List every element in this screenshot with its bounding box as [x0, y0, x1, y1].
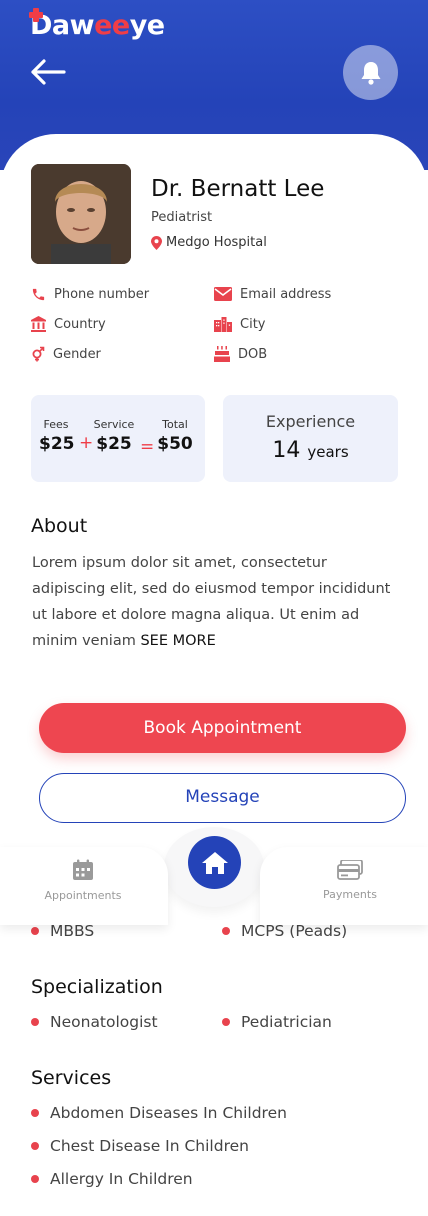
bullet-dot: [31, 927, 39, 935]
gender-info: Gender: [31, 344, 101, 364]
email-info[interactable]: Email address: [214, 284, 331, 304]
notification-button[interactable]: [343, 45, 398, 100]
bullet-dot: [31, 1175, 39, 1183]
country-label: Country: [54, 316, 106, 332]
city-buildings-icon: [214, 316, 232, 332]
service-column: Service $25: [89, 418, 139, 454]
phone-icon: [32, 288, 45, 300]
bottom-navigation: Appointments Payments: [0, 827, 428, 925]
specialization-item: Pediatrician: [222, 1013, 332, 1031]
specialization-label: Neonatologist: [50, 1013, 158, 1031]
bell-icon: [361, 61, 380, 85]
email-label: Email address: [240, 286, 332, 302]
service-label: Chest Disease In Children: [50, 1137, 249, 1155]
medical-cross-icon: [29, 8, 43, 22]
service-label: Abdomen Diseases In Children: [50, 1104, 287, 1122]
doctor-name: Dr. Bernatt Lee: [151, 176, 325, 202]
experience-value: 14 years: [223, 438, 398, 463]
service-item: Chest Disease In Children: [31, 1137, 249, 1155]
about-text: Lorem ipsum dolor sit amet, consectetur …: [32, 550, 402, 654]
experience-years: 14: [272, 438, 301, 463]
service-label: Allergy In Children: [50, 1170, 193, 1188]
experience-unit: years: [307, 443, 349, 461]
service-value: $25: [96, 434, 132, 454]
phone-label: Phone number: [54, 286, 150, 302]
about-heading: About: [31, 515, 88, 537]
location-pin-icon: [151, 235, 162, 250]
nav-left-panel: Appointments: [0, 847, 168, 925]
city-label: City: [240, 316, 266, 332]
service-label: Service: [93, 418, 135, 431]
nav-right-panel: Payments: [260, 847, 428, 925]
payment-card-icon: [337, 859, 363, 880]
book-appointment-button[interactable]: Book Appointment: [39, 703, 406, 753]
doctor-hospital: Medgo Hospital: [151, 235, 267, 250]
doctor-specialty: Pediatrist: [151, 210, 213, 225]
specialization-item: Neonatologist: [31, 1013, 158, 1031]
specialization-label: Pediatrician: [241, 1013, 332, 1031]
bullet-dot: [31, 1018, 39, 1026]
birthday-cake-icon: [214, 346, 230, 362]
service-item: Allergy In Children: [31, 1170, 193, 1188]
back-button[interactable]: [28, 56, 68, 88]
bullet-dot: [222, 927, 230, 935]
doctor-photo: [31, 164, 131, 264]
see-more-link[interactable]: SEE MORE: [140, 633, 215, 649]
dob-info: DOB: [214, 344, 267, 364]
phone-info[interactable]: Phone number: [31, 284, 149, 304]
dob-label: DOB: [238, 346, 268, 362]
fees-label: Fees: [43, 418, 69, 431]
hospital-name: Medgo Hospital: [166, 235, 267, 250]
nav-payments-label: Payments: [323, 888, 377, 901]
calendar-icon: [73, 859, 93, 880]
app-logo: Daweeye: [29, 8, 165, 41]
total-value: $50: [157, 434, 193, 454]
arrow-left-icon: [31, 59, 66, 85]
home-button[interactable]: [188, 836, 241, 889]
gender-label: Gender: [53, 346, 101, 362]
experience-title: Experience: [265, 412, 356, 431]
experience-card: Experience 14 years: [223, 395, 398, 482]
specialization-heading: Specialization: [31, 976, 163, 998]
home-icon: [201, 851, 228, 874]
gender-icon: [32, 346, 45, 362]
country-info: Country: [31, 314, 106, 334]
building-columns-icon: [31, 316, 46, 332]
pricing-card: Fees $25 + Service $25 = Total $50: [31, 395, 205, 482]
fees-column: Fees $25: [39, 418, 75, 454]
nav-payments[interactable]: Payments: [295, 859, 405, 901]
service-item: Abdomen Diseases In Children: [31, 1104, 287, 1122]
message-button[interactable]: Message: [39, 773, 406, 823]
total-column: Total $50: [153, 418, 197, 454]
city-info: City: [214, 314, 265, 334]
total-label: Total: [162, 418, 188, 431]
fees-value: $25: [39, 434, 75, 454]
services-heading: Services: [31, 1067, 112, 1089]
nav-appointments[interactable]: Appointments: [28, 859, 138, 902]
bullet-dot: [31, 1142, 39, 1150]
nav-appointments-label: Appointments: [44, 889, 122, 902]
bullet-dot: [222, 1018, 230, 1026]
bullet-dot: [31, 1109, 39, 1117]
mail-icon: [214, 287, 232, 301]
